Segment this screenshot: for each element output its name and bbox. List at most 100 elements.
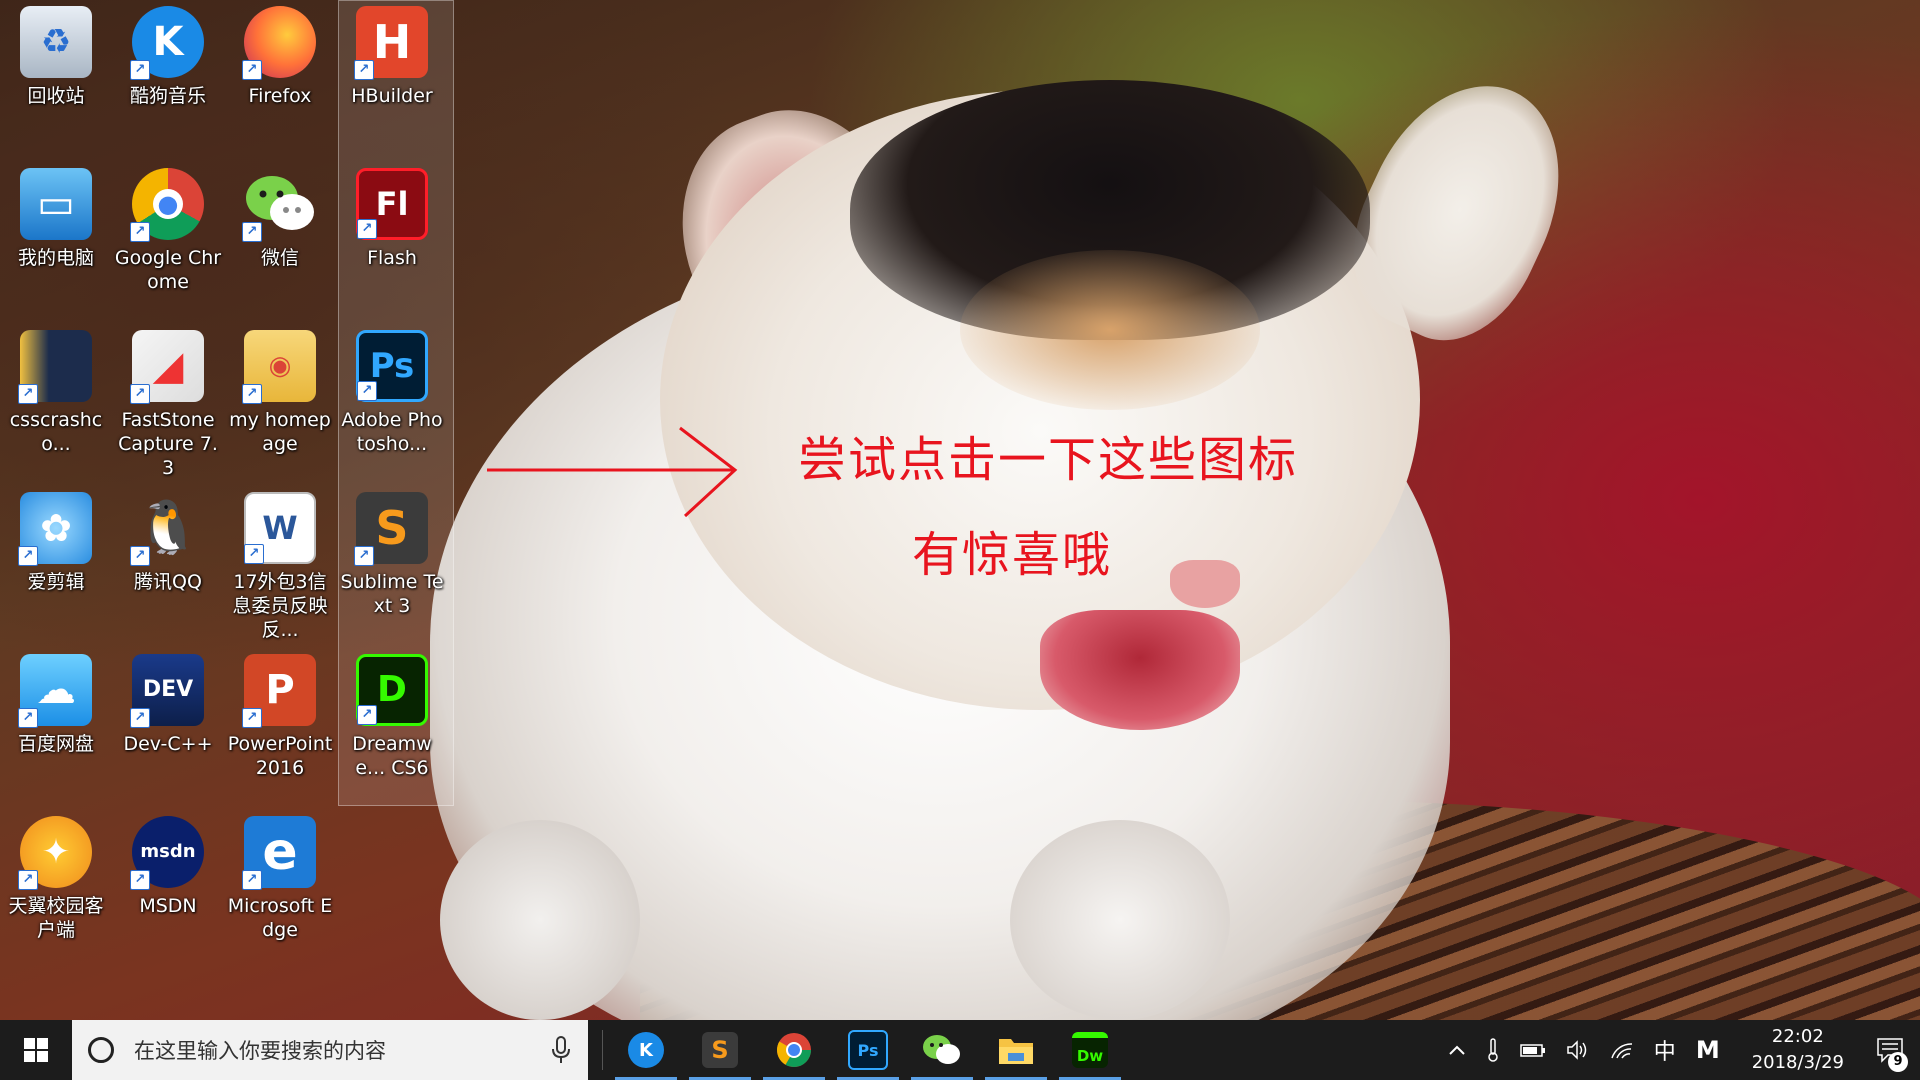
tray-battery-button[interactable] bbox=[1520, 1042, 1546, 1058]
desktop-icon-label: HBuilder bbox=[351, 85, 433, 107]
input-mode-button[interactable]: M bbox=[1696, 1036, 1720, 1064]
desktop-icon[interactable]: W ↗ 17外包3信息委员反映反... bbox=[224, 486, 336, 641]
shortcut-arrow-icon: ↗ bbox=[18, 384, 38, 404]
desktop-icon[interactable]: ✿ ↗ 爱剪辑 bbox=[0, 486, 112, 636]
battery-icon bbox=[1520, 1044, 1545, 1057]
shortcut-arrow-icon: ↗ bbox=[130, 708, 150, 728]
microphone-icon[interactable] bbox=[550, 1035, 572, 1065]
thermometer-icon bbox=[1488, 1038, 1498, 1062]
desktop-icon-label: csscrashco... bbox=[9, 409, 103, 455]
folder-icon bbox=[999, 1039, 1033, 1064]
desktop-icon-label: 微信 bbox=[260, 247, 299, 269]
wallpaper-kitten-mouth bbox=[1040, 610, 1240, 730]
taskbar-app-file-explorer[interactable] bbox=[985, 1020, 1047, 1080]
taskbar-search-box[interactable]: 在这里输入你要搜索的内容 bbox=[72, 1020, 588, 1080]
desktop-icon-label: Firefox bbox=[248, 85, 312, 107]
desktop-icon[interactable]: ↗ Firefox bbox=[224, 0, 336, 150]
dev-cpp-icon: DEV ↗ bbox=[130, 654, 204, 728]
desktop-icon-label: Microsoft Edge bbox=[227, 895, 333, 941]
dreamweaver-icon: Dw bbox=[1072, 1032, 1108, 1068]
tray-volume-button[interactable] bbox=[1566, 1040, 1590, 1060]
tray-network-button[interactable] bbox=[1610, 1040, 1634, 1060]
msdn-icon: msdn ↗ bbox=[130, 816, 204, 890]
desktop-icon-label: Dev-C++ bbox=[123, 733, 213, 755]
kugou-music-icon: K bbox=[628, 1032, 664, 1068]
sublime-text-icon: S bbox=[702, 1032, 738, 1068]
desktop-icon[interactable]: e ↗ Microsoft Edge bbox=[224, 810, 336, 960]
action-center-button[interactable]: 9 bbox=[1860, 1020, 1920, 1080]
desktop-icon-label: 天翼校园客户端 bbox=[8, 895, 104, 941]
taskbar-app-wechat[interactable] bbox=[911, 1020, 973, 1080]
clock[interactable]: 22:02 2018/3/29 bbox=[1752, 1024, 1844, 1076]
desktop-icon[interactable]: ✦ ↗ 天翼校园客户端 bbox=[0, 810, 112, 960]
desktop-icon[interactable]: H ↗ HBuilder bbox=[336, 0, 448, 150]
desktop-icon[interactable]: ◉ ↗ my homepage bbox=[224, 324, 336, 474]
desktop-icon-label: PowerPoint 2016 bbox=[227, 733, 333, 779]
desktop-icon[interactable]: ↗ csscrashco... bbox=[0, 324, 112, 474]
recycle-bin-icon: ♻ bbox=[20, 6, 92, 78]
tray-temperature-button[interactable] bbox=[1486, 1038, 1500, 1062]
annotation-text: 尝试点击一下这些图标 bbox=[798, 432, 1299, 488]
search-placeholder: 在这里输入你要搜索的内容 bbox=[134, 1039, 386, 1063]
desktop-icon[interactable]: D ↗ Dreamwe... CS6 bbox=[336, 648, 448, 798]
start-button[interactable] bbox=[0, 1020, 72, 1080]
chrome-icon: ● ↗ bbox=[130, 168, 204, 242]
taskbar-app-kugou[interactable]: K bbox=[615, 1020, 677, 1080]
desktop-icon-label: 腾讯QQ bbox=[134, 571, 202, 593]
powerpoint-icon: P ↗ bbox=[242, 654, 316, 728]
shortcut-arrow-icon: ↗ bbox=[130, 384, 150, 404]
desktop-icon-label: MSDN bbox=[139, 895, 197, 917]
wechat-icon: ↗ bbox=[242, 168, 316, 242]
edge-icon: e ↗ bbox=[242, 816, 316, 890]
photoshop-icon: Ps bbox=[848, 1030, 888, 1070]
tianyi-icon: ✦ ↗ bbox=[18, 816, 92, 890]
desktop-icon[interactable]: 🐧 ↗ 腾讯QQ bbox=[112, 486, 224, 636]
desktop-icon[interactable]: ▭ 我的电脑 bbox=[0, 162, 112, 312]
system-tray: 中 M 22:02 2018/3/29 9 bbox=[1438, 1020, 1920, 1080]
taskbar-app-chrome[interactable] bbox=[763, 1020, 825, 1080]
book-icon: ↗ bbox=[18, 330, 92, 404]
flash-icon: Fl ↗ bbox=[356, 168, 428, 240]
red-arrow-icon bbox=[487, 426, 738, 518]
desktop-icon-label: 回收站 bbox=[27, 85, 85, 107]
taskbar-separator bbox=[602, 1030, 603, 1070]
desktop-icon[interactable]: DEV ↗ Dev-C++ bbox=[112, 648, 224, 798]
wallpaper-kitten-paw bbox=[440, 820, 640, 1020]
shortcut-arrow-icon: ↗ bbox=[18, 708, 38, 728]
desktop-icon[interactable]: ♻ 回收站 bbox=[0, 0, 112, 150]
chrome-icon bbox=[777, 1033, 811, 1067]
shortcut-arrow-icon: ↗ bbox=[357, 219, 377, 239]
shortcut-arrow-icon: ↗ bbox=[354, 546, 374, 566]
desktop-icon[interactable]: Ps ↗ Adobe Photosho... bbox=[336, 324, 448, 474]
desktop-icon-label: 酷狗音乐 bbox=[129, 85, 206, 107]
desktop-icon[interactable]: P ↗ PowerPoint 2016 bbox=[224, 648, 336, 798]
taskbar-app-photoshop[interactable]: Ps bbox=[837, 1020, 899, 1080]
desktop-icon-label: FastStone Capture 7.3 bbox=[118, 409, 218, 479]
desktop-icon[interactable]: ☁ ↗ 百度网盘 bbox=[0, 648, 112, 798]
desktop-icon-label: my homepage bbox=[229, 409, 331, 455]
desktop-icon[interactable]: S ↗ Sublime Text 3 bbox=[336, 486, 448, 636]
baidu-netdisk-icon: ☁ ↗ bbox=[18, 654, 92, 728]
shortcut-arrow-icon: ↗ bbox=[242, 870, 262, 890]
taskbar-app-dreamweaver[interactable]: Dw bbox=[1059, 1020, 1121, 1080]
desktop-icon-label: Dreamwe... CS6 bbox=[352, 733, 432, 779]
shortcut-arrow-icon: ↗ bbox=[242, 222, 262, 242]
desktop-icon[interactable]: ↗ 微信 bbox=[224, 162, 336, 312]
shortcut-arrow-icon: ↗ bbox=[357, 381, 377, 401]
taskbar-app-sublime[interactable]: S bbox=[689, 1020, 751, 1080]
folder-chrome-icon: ◉ ↗ bbox=[242, 330, 316, 404]
clock-time: 22:02 bbox=[1771, 1026, 1824, 1047]
desktop-icon[interactable]: K ↗ 酷狗音乐 bbox=[112, 0, 224, 150]
desktop-icon[interactable]: ◢ ↗ FastStone Capture 7.3 bbox=[112, 324, 224, 479]
shortcut-arrow-icon: ↗ bbox=[130, 546, 150, 566]
desktop-icon[interactable]: msdn ↗ MSDN bbox=[112, 810, 224, 960]
input-method-button[interactable]: 中 bbox=[1654, 1034, 1676, 1066]
desktop-icon[interactable]: Fl ↗ Flash bbox=[336, 162, 448, 312]
show-hidden-icons-button[interactable] bbox=[1448, 1044, 1466, 1056]
shortcut-arrow-icon: ↗ bbox=[130, 222, 150, 242]
desktop-icon-label: 我的电脑 bbox=[17, 247, 94, 269]
wallpaper-kitten-nose bbox=[1170, 560, 1240, 608]
photoshop-icon: Ps ↗ bbox=[356, 330, 428, 402]
desktop-icon[interactable]: ● ↗ Google Chrome bbox=[112, 162, 224, 312]
chevron-up-icon bbox=[1449, 1045, 1465, 1055]
